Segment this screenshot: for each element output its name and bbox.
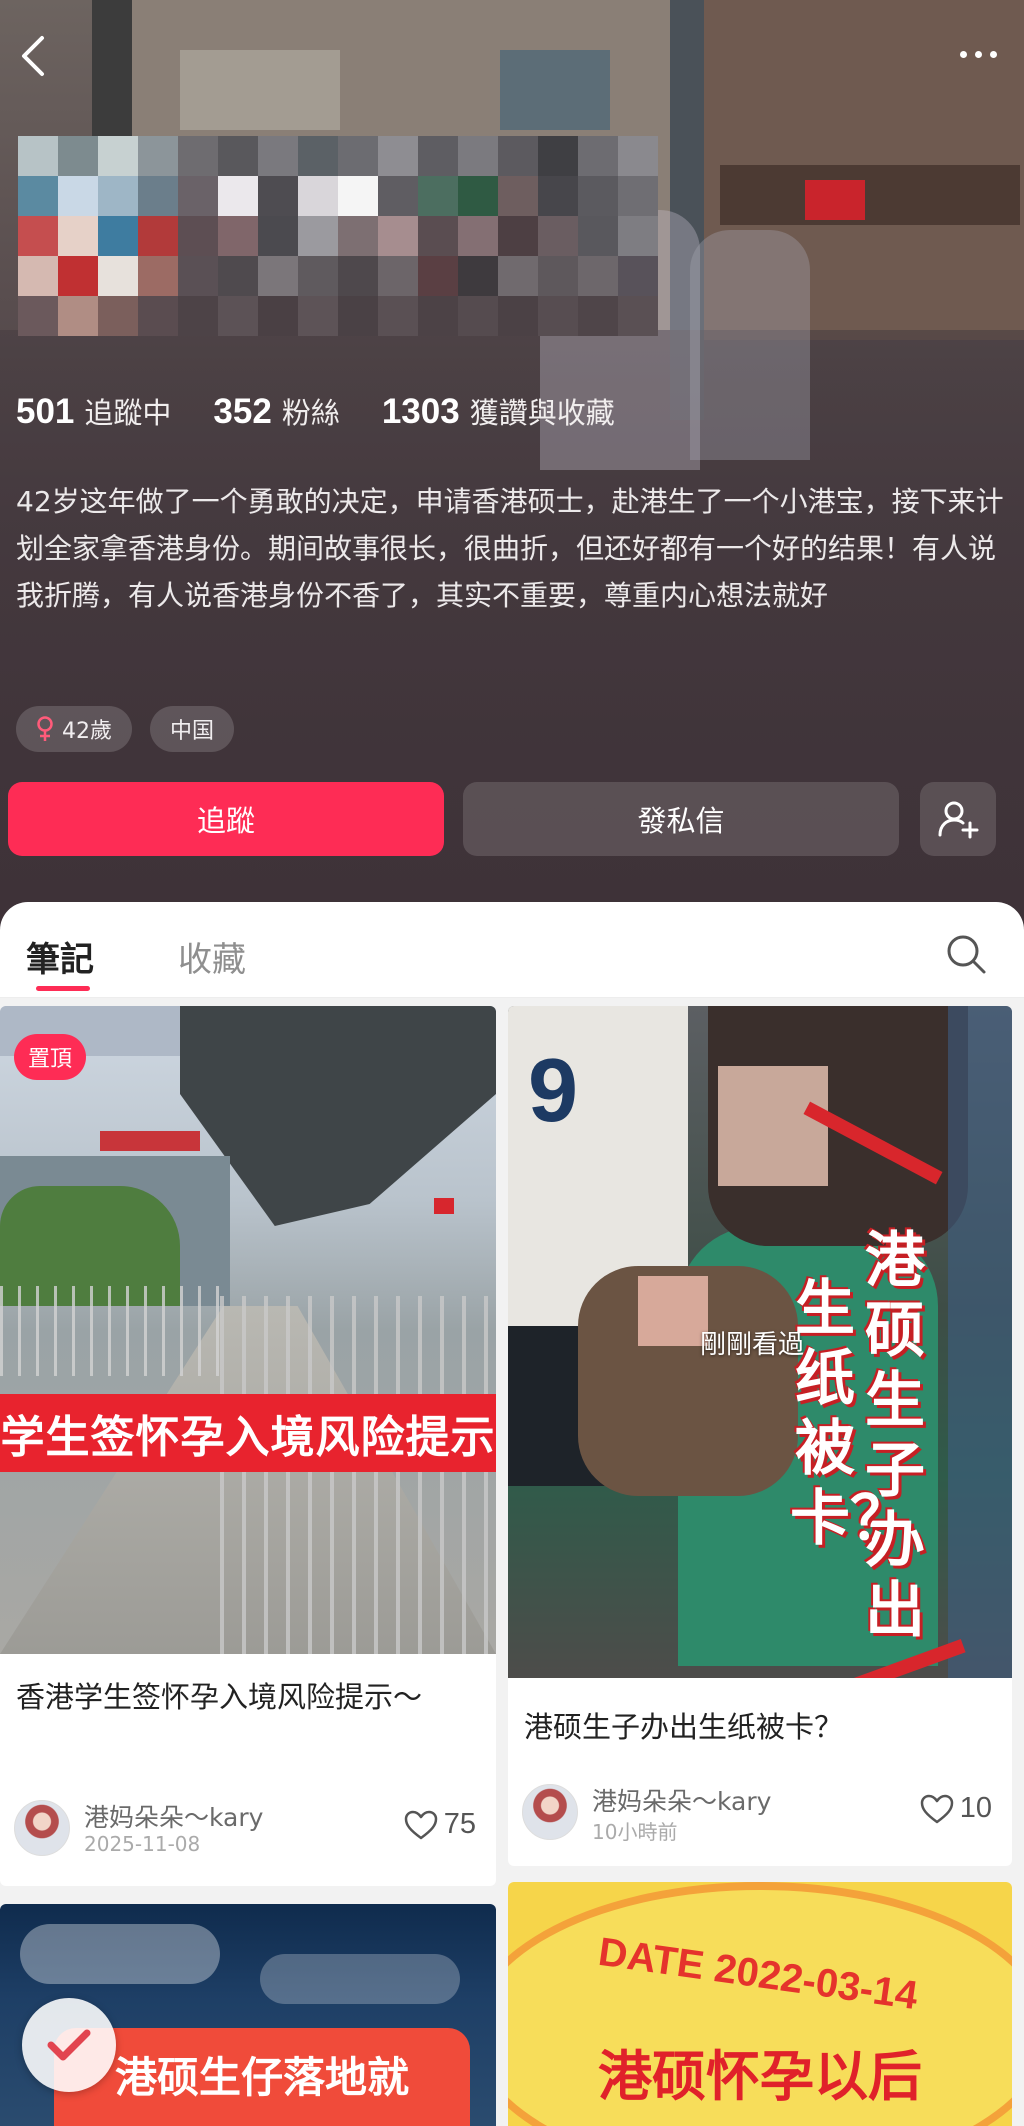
stat-fans-label: 粉絲 [281, 396, 340, 430]
avatar[interactable] [522, 1784, 578, 1840]
profile-stats: 501 追蹤中 352 粉絲 1303 獲讚與收藏 [16, 390, 657, 432]
chevron-left-icon [22, 36, 44, 76]
more-dot-icon [959, 50, 967, 58]
heart-icon [920, 1794, 953, 1823]
follow-button[interactable]: 追蹤 [8, 782, 444, 856]
note-title: 港硕生子办出生纸被卡？ [524, 1710, 844, 1744]
search-icon [947, 935, 986, 974]
stat-following-count: 501 [16, 392, 75, 431]
profile-page: 501 追蹤中 352 粉絲 1303 獲讚與收藏 42岁这年做了一个勇敢的决定… [0, 0, 1024, 2126]
stat-likes-saves-count: 1303 [381, 392, 460, 431]
cover-caption-col2: 生纸被卡？ [790, 1274, 910, 1554]
note-card[interactable]: 9 剛剛看過 港硕生子办出 生纸被卡？ 港硕生子办出生纸被卡？ 港妈朵朵～kar… [508, 1006, 1012, 1866]
active-tab-indicator [36, 986, 90, 991]
search-button[interactable] [944, 932, 988, 976]
note-cover-image: 9 剛剛看過 港硕生子办出 生纸被卡？ [508, 1006, 1012, 1678]
note-card[interactable]: DATE 2022-03-14 港硕怀孕以后 [508, 1882, 1012, 2126]
tab-notes[interactable]: 筆記 [26, 932, 94, 981]
author-name[interactable]: 港妈朵朵～kary [84, 1798, 263, 1834]
note-title: 香港学生签怀孕入境风险提示～ [16, 1680, 423, 1714]
like-button[interactable]: 75 [404, 1808, 476, 1841]
author-name[interactable]: 港妈朵朵～kary [592, 1782, 771, 1818]
heart-icon [404, 1810, 437, 1839]
note-card[interactable]: 置頂 学生签怀孕入境风险提示 香港学生签怀孕入境风险提示～ 港妈朵朵～kary … [0, 1006, 496, 1886]
note-cover-image: 置頂 学生签怀孕入境风险提示 [0, 1006, 496, 1654]
notes-feed: 置頂 学生签怀孕入境风险提示 香港学生签怀孕入境风险提示～ 港妈朵朵～kary … [0, 998, 1024, 2126]
floating-check-button[interactable] [22, 1998, 116, 2092]
back-button[interactable] [14, 30, 54, 82]
like-count: 75 [443, 1808, 476, 1840]
note-cover-image: DATE 2022-03-14 港硕怀孕以后 [508, 1882, 1012, 2126]
like-count: 10 [959, 1792, 992, 1824]
cover-caption: 港硕怀孕以后 [598, 2045, 922, 2108]
note-date: 2025-11-08 [84, 1832, 201, 1856]
stat-likes-saves-label: 獲讚與收藏 [469, 396, 615, 430]
add-friend-button[interactable] [920, 782, 996, 856]
note-author-row: 港妈朵朵～kary 2025-11-08 75 [14, 1798, 482, 1858]
cover-caption-col1: 港硕生子办出 [865, 1226, 925, 1646]
more-dot-icon [989, 50, 997, 58]
more-options-button[interactable] [950, 36, 1006, 72]
profile-actions: 追蹤 發私信 [8, 782, 1008, 858]
content-tabs: 筆記 收藏 [0, 902, 1024, 998]
stat-following-label: 追蹤中 [84, 396, 172, 430]
pinned-badge: 置頂 [14, 1034, 87, 1080]
tag-age: 42歲 [16, 706, 132, 752]
profile-tags: 42歲 中国 [16, 706, 235, 752]
cover-caption: 港硕生仔落地就 [114, 2053, 409, 2102]
tab-saved[interactable]: 收藏 [178, 932, 246, 981]
cover-caption: 学生签怀孕入境风险提示 [0, 1394, 496, 1472]
profile-bio: 42岁这年做了一个勇敢的决定，申请香港硕士，赴港生了一个小港宝，接下来计划全家拿… [16, 485, 1004, 612]
stat-likes-saves[interactable]: 1303 獲讚與收藏 [382, 390, 615, 432]
tag-location: 中国 [150, 706, 235, 752]
stat-following[interactable]: 501 追蹤中 [16, 390, 171, 432]
note-date: 10小時前 [592, 1820, 678, 1844]
avatar[interactable] [14, 1800, 70, 1856]
tag-age-label: 42歲 [62, 719, 112, 744]
more-dot-icon [974, 50, 982, 58]
check-icon [47, 2029, 91, 2061]
recently-viewed-label: 剛剛看過 [700, 1330, 805, 1360]
like-button[interactable]: 10 [920, 1792, 992, 1825]
add-user-icon [938, 801, 979, 839]
female-icon [37, 716, 53, 741]
profile-header: 501 追蹤中 352 粉絲 1303 獲讚與收藏 42岁这年做了一个勇敢的决定… [0, 0, 1024, 930]
stat-fans-count: 352 [213, 392, 272, 431]
send-message-button[interactable]: 發私信 [463, 782, 899, 856]
tag-location-label: 中国 [170, 719, 215, 744]
note-author-row: 港妈朵朵～kary 10小時前 10 [522, 1782, 998, 1844]
stat-fans[interactable]: 352 粉絲 [213, 390, 339, 432]
